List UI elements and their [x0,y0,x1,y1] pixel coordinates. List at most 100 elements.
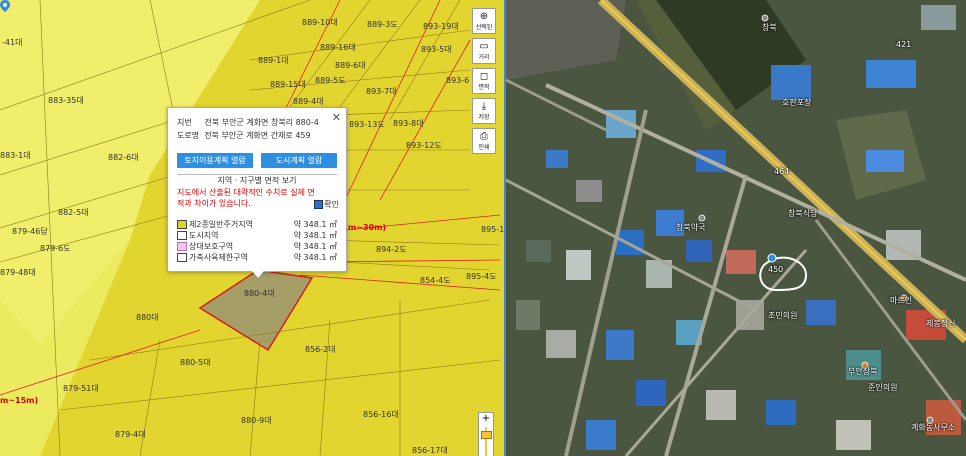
urban-plan-button[interactable]: 도시계획 열람 [261,153,337,168]
parcel-label: 893-12도 [406,141,442,150]
parcel-label: 879-51대 [63,384,99,393]
zoom-slider-handle[interactable] [481,431,492,439]
jibun-label: 지번 [177,118,192,127]
parcel-label: 893-5대 [421,45,452,54]
zone-row: 상대보호구역 약 348.1 ㎡ [177,241,337,252]
printer-icon: ⎙ [480,131,488,142]
zone-area: 약 348.1 ㎡ [293,231,337,240]
poi-label: 마르인 [890,296,913,305]
parcel-label: 889-3도 [367,20,398,29]
parcel-label: 893-13도 [349,120,385,129]
cadastral-map[interactable]: 889-10대 889-3도 893-19대 -41대 889-16대 893-… [0,0,504,456]
confirm-label: 확인 [324,200,339,209]
poi-label: 창북 [762,23,777,32]
poi-label: 준인의원 [868,383,898,392]
distance-tool-button[interactable]: ▭ 거리 [472,38,496,64]
area-tool-button[interactable]: ◻ 면적 [472,68,496,94]
zone-swatch [177,231,187,240]
poi-label: 제봉정신 [926,319,956,328]
road-value: 전북 부안군 계화면 간재로 459 [204,131,311,140]
parcel-label: 889-15대 [270,80,306,89]
map-toolbar: ⊕ 선택된 ▭ 거리 ◻ 면적 ⤓ 저장 ⎙ 인쇄 [472,8,496,158]
section-title: 지역 · 지구별 면적 보기 [177,174,337,186]
poi-label: 창북식당 [788,209,818,218]
close-icon[interactable]: ✕ [332,111,341,124]
tool-label: 저장 [478,114,490,121]
poi-label: 계화동사무소 [911,423,956,432]
tool-label: 선택된 [475,24,493,31]
zone-row: 제2종일반주거지역 약 348.1 ㎡ [177,219,337,230]
poi-label: 호판포장 [782,98,812,107]
parcel-label: 879-46답 [12,227,48,236]
parcel-label: 889-6대 [335,61,366,70]
ruler-icon: ▭ [479,41,489,52]
zone-swatch [177,253,187,262]
jibun-row: 지번 전북 부안군 계화면 창북리 880-4 [177,117,319,128]
parcel-label: 883-35대 [48,96,84,105]
parcel-label: -41대 [2,38,23,47]
zone-name: 도시지역 [189,231,219,240]
road-label: 도로명 [177,131,200,140]
zone-name: 상대보호구역 [189,242,234,251]
parcel-label: 893-19대 [423,22,459,31]
tool-label: 거리 [478,54,490,61]
parcel-label: 879-48대 [0,268,36,277]
parcel-label: 893-7대 [366,87,397,96]
parcel-label: 882-6대 [108,153,139,162]
parcel-label: 854-4도 [420,276,451,285]
parcel-label: 895-1 [481,225,504,234]
parcel-info-popup: ✕ 지번 전북 부안군 계화면 창북리 880-4 도로명 전북 부안군 계화면… [167,107,347,278]
save-tool-button[interactable]: ⤓ 저장 [472,98,496,124]
parcel-label: 893-8대 [393,119,424,128]
tool-label: 면적 [478,84,490,91]
parcel-number-label: 421 [896,40,912,49]
parcel-label: 893-6 [446,76,470,85]
print-tool-button[interactable]: ⎙ 인쇄 [472,128,496,154]
parcel-label: 880대 [136,313,159,322]
parcel-label: 889-10대 [302,18,338,27]
location-pin-icon[interactable] [0,0,10,12]
popup-tail [252,271,264,278]
confirm-checkbox[interactable]: 확인 [314,199,339,210]
download-icon: ⤓ [481,101,487,112]
zone-area: 약 348.1 ㎡ [293,220,337,229]
area-warning: 지도에서 산출된 대략적인 수치로 실제 면적과 차이가 있습니다. [177,188,315,208]
tool-label: 인쇄 [478,144,490,151]
parcel-label: 889-5도 [315,76,346,85]
area-icon: ◻ [479,71,489,82]
zoom-control[interactable]: + [478,412,494,456]
zone-row: 도시지역 약 348.1 ㎡ [177,230,337,241]
parcel-label: 880-4대 [244,289,275,298]
parcel-number-label: 464 [774,167,790,176]
zone-distance-label: m~15m) [0,396,39,405]
parcel-label: 856-16대 [363,410,399,419]
crosshair-icon: ⊕ [479,11,489,22]
parcel-label: 879-6도 [40,244,71,253]
poi-label: 조민의원 [768,311,798,320]
parcel-label: 889-16대 [320,43,356,52]
zone-name: 제2종일반주거지역 [189,220,253,229]
poi-label: 창북약국 [676,223,706,232]
select-tool-button[interactable]: ⊕ 선택된 [472,8,496,34]
zone-area: 약 348.1 ㎡ [293,253,337,262]
satellite-map[interactable]: 창북 호판포장 창북약국 창북식당 조민의원 마르인 제봉정신 부안창북 준인의… [506,0,966,456]
zone-swatch [177,220,187,229]
zoom-in-icon[interactable]: + [479,413,493,425]
parcel-label: 894-2도 [376,245,407,254]
parcel-label: 880-9대 [241,416,272,425]
zone-name: 가축사육제한구역 [189,253,248,262]
parcel-label: 856-2대 [305,345,336,354]
zone-area: 약 348.1 ㎡ [293,242,337,251]
zone-row: 가축사육제한구역 약 348.1 ㎡ [177,252,337,263]
parcel-label: 895-4도 [466,272,497,281]
parcel-number-label: 450 [768,265,784,274]
poi-label: 부안창북 [848,367,878,376]
parcel-label: 889-4대 [293,97,324,106]
parcel-label: 880-5대 [180,358,211,367]
zone-swatch [177,242,187,251]
land-use-plan-button[interactable]: 토지이용계획 열람 [177,153,253,168]
checkbox-icon[interactable] [314,200,324,209]
parcel-label: 883-1대 [0,151,31,160]
parcel-label: 879-4대 [115,430,146,439]
road-row: 도로명 전북 부안군 계화면 간재로 459 [177,130,311,141]
